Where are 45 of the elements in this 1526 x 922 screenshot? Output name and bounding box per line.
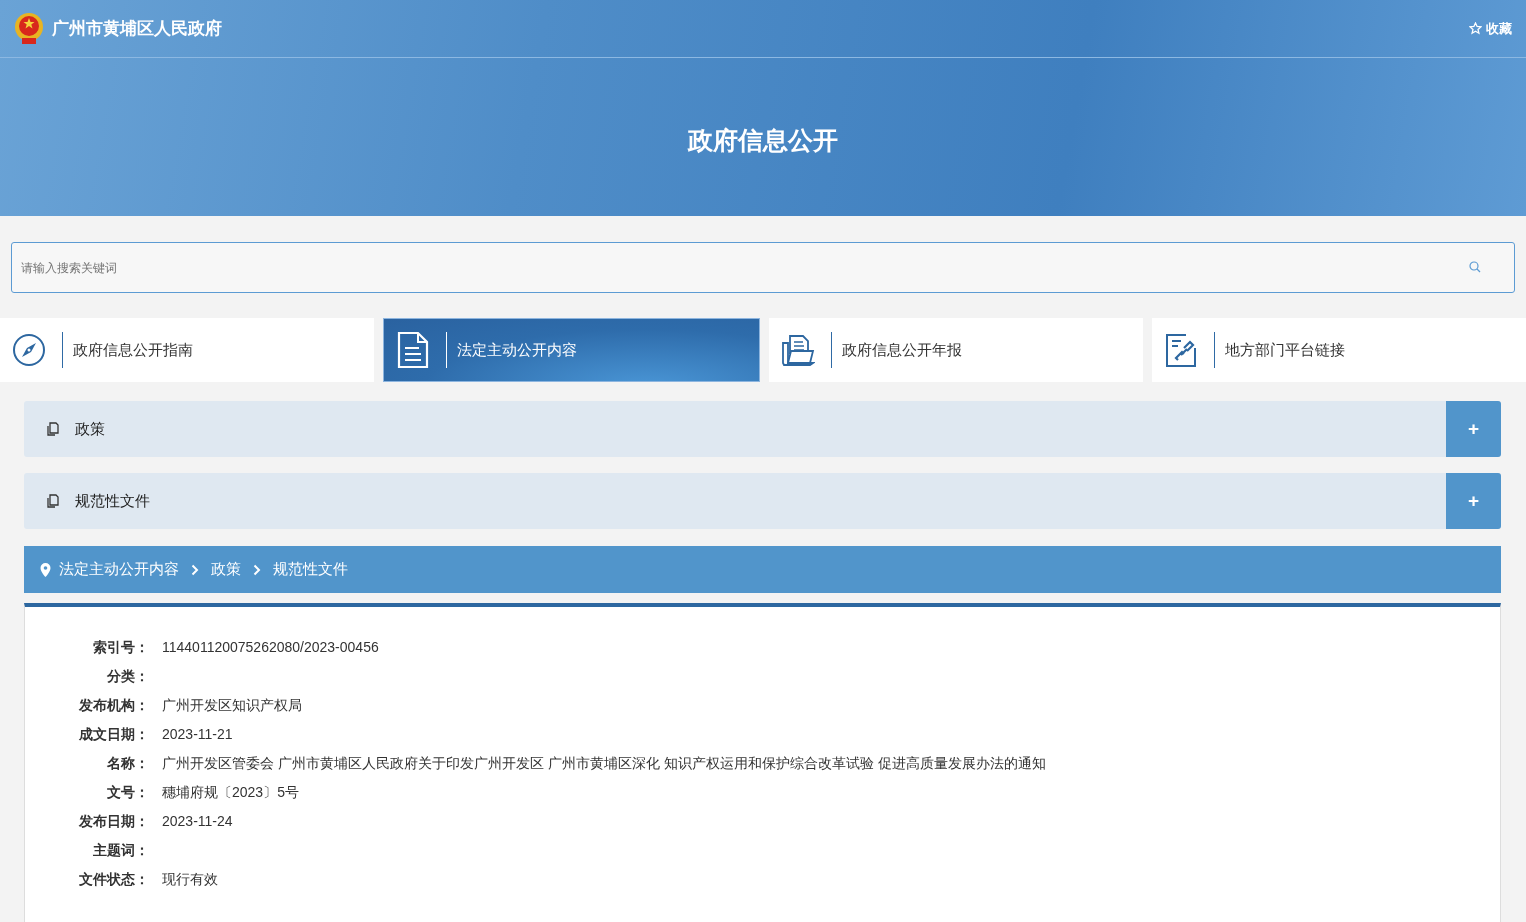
breadcrumb-link[interactable]: 法定主动公开内容 <box>59 558 179 581</box>
accordion-header[interactable]: 政策 + <box>24 401 1501 457</box>
document-icon <box>396 331 431 369</box>
field-label: 文件状态： <box>78 870 149 889</box>
chevron-right-icon <box>191 563 199 576</box>
breadcrumb-link[interactable]: 政策 <box>211 558 241 581</box>
star-icon <box>1469 22 1482 35</box>
expand-button[interactable]: + <box>1446 473 1501 529</box>
search-field[interactable]: 请输入搜索关键词 <box>11 242 1515 293</box>
field-value: 广州开发区管委会 广州市黄埔区人民政府关于印发广州开发区 广州市黄埔区深化 知识产权运用和保护综合改革试验 促进高质量发展办法的通知 <box>161 754 1046 773</box>
location-pin-icon <box>40 562 51 577</box>
section-title: 规范性文件 <box>75 490 150 511</box>
field-label: 主题词： <box>92 841 149 860</box>
field-value: 2023-11-21 <box>161 725 233 744</box>
field-value: 广州开发区知识产权局 <box>161 696 302 715</box>
nav-tab[interactable]: 政府信息公开年报 <box>768 318 1143 382</box>
field-label: 分类： <box>106 667 149 686</box>
nav-tab[interactable]: 法定主动公开内容 <box>383 318 760 382</box>
field-value: 2023-11-24 <box>161 812 233 831</box>
field-label: 发布日期： <box>78 812 149 831</box>
field-value: 现行有效 <box>161 870 218 889</box>
section-title: 政策 <box>75 418 105 439</box>
field-label: 成文日期： <box>78 725 149 744</box>
field-value: 114401120075262080/2023-00456 <box>161 638 379 657</box>
compass-icon <box>12 333 46 367</box>
search-icon <box>1469 261 1481 273</box>
emblem-icon <box>14 11 44 46</box>
site-title: 广州市黄埔区人民政府 <box>52 17 222 40</box>
chevron-right-icon <box>253 563 261 576</box>
copy-icon <box>46 422 59 436</box>
nav-tab[interactable]: 地方部门平台链接 <box>1151 318 1526 382</box>
breadcrumb-link[interactable]: 规范性文件 <box>273 558 348 581</box>
field-label: 索引号： <box>92 638 149 657</box>
field-value: 穗埔府规〔2023〕5号 <box>161 783 299 802</box>
expand-button[interactable]: + <box>1446 401 1501 457</box>
favorite-button[interactable]: 收藏 <box>1469 18 1512 39</box>
field-label: 发布机构： <box>78 696 149 715</box>
link-icon <box>1163 332 1198 368</box>
nav-tab[interactable]: 政府信息公开指南 <box>0 318 375 382</box>
banner-title: 政府信息公开 <box>688 125 838 156</box>
copy-icon <box>46 494 59 508</box>
folder-icon <box>780 333 815 367</box>
field-label: 文号： <box>106 783 149 802</box>
accordion-header[interactable]: 规范性文件 + <box>24 473 1501 529</box>
field-label: 名称： <box>106 754 149 773</box>
